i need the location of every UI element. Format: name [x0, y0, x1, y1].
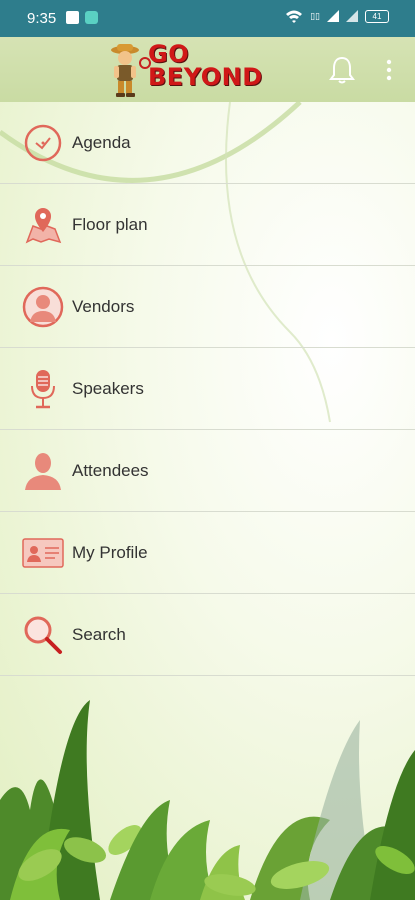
map-pin-icon — [21, 203, 65, 247]
main-content: Agenda Floor plan Vendors Speakers Atten… — [0, 102, 415, 900]
menu-item-speakers[interactable]: Speakers — [0, 348, 415, 430]
menu-item-label: Search — [72, 624, 126, 644]
chat-notification-icon — [85, 11, 98, 24]
signal-icon-2 — [346, 10, 358, 22]
person-icon — [21, 449, 65, 493]
id-card-icon — [21, 531, 65, 575]
menu-item-label: Agenda — [72, 132, 131, 152]
logo-line-1: GO — [148, 40, 190, 68]
menu-item-floor-plan[interactable]: Floor plan — [0, 184, 415, 266]
overflow-menu-icon[interactable] — [382, 59, 396, 81]
wifi-icon — [286, 10, 303, 23]
menu-item-search[interactable]: Search — [0, 594, 415, 676]
status-time: 9:35 — [27, 10, 57, 27]
menu-item-my-profile[interactable]: My Profile — [0, 512, 415, 594]
menu-item-label: My Profile — [72, 542, 148, 562]
menu-item-agenda[interactable]: Agenda — [0, 102, 415, 184]
main-menu: Agenda Floor plan Vendors Speakers Atten… — [0, 102, 415, 676]
person-circle-icon — [21, 285, 65, 329]
app-notification-icon — [66, 11, 79, 24]
volte-icon: ▯▯ — [310, 10, 320, 21]
signal-icon — [327, 10, 339, 22]
status-bar: 9:35 ▯▯ 41 — [0, 0, 415, 37]
notification-icons — [66, 11, 98, 24]
bell-icon[interactable] — [328, 55, 356, 85]
menu-item-label: Attendees — [72, 460, 149, 480]
battery-icon: 41 — [365, 9, 389, 23]
menu-item-label: Floor plan — [72, 214, 148, 234]
status-indicators: ▯▯ 41 — [285, 9, 389, 23]
jungle-foliage-illustration — [0, 700, 415, 900]
menu-item-attendees[interactable]: Attendees — [0, 430, 415, 512]
logo-line-2: BEYOND — [148, 63, 263, 91]
menu-item-vendors[interactable]: Vendors — [0, 266, 415, 348]
magnifier-icon — [21, 613, 65, 657]
logo-text: GO BEYOND — [148, 40, 263, 91]
app-bar: GO BEYOND — [0, 37, 415, 102]
menu-item-label: Vendors — [72, 296, 135, 316]
clock-icon — [21, 121, 65, 165]
microphone-icon — [21, 367, 65, 411]
menu-item-label: Speakers — [72, 378, 144, 398]
